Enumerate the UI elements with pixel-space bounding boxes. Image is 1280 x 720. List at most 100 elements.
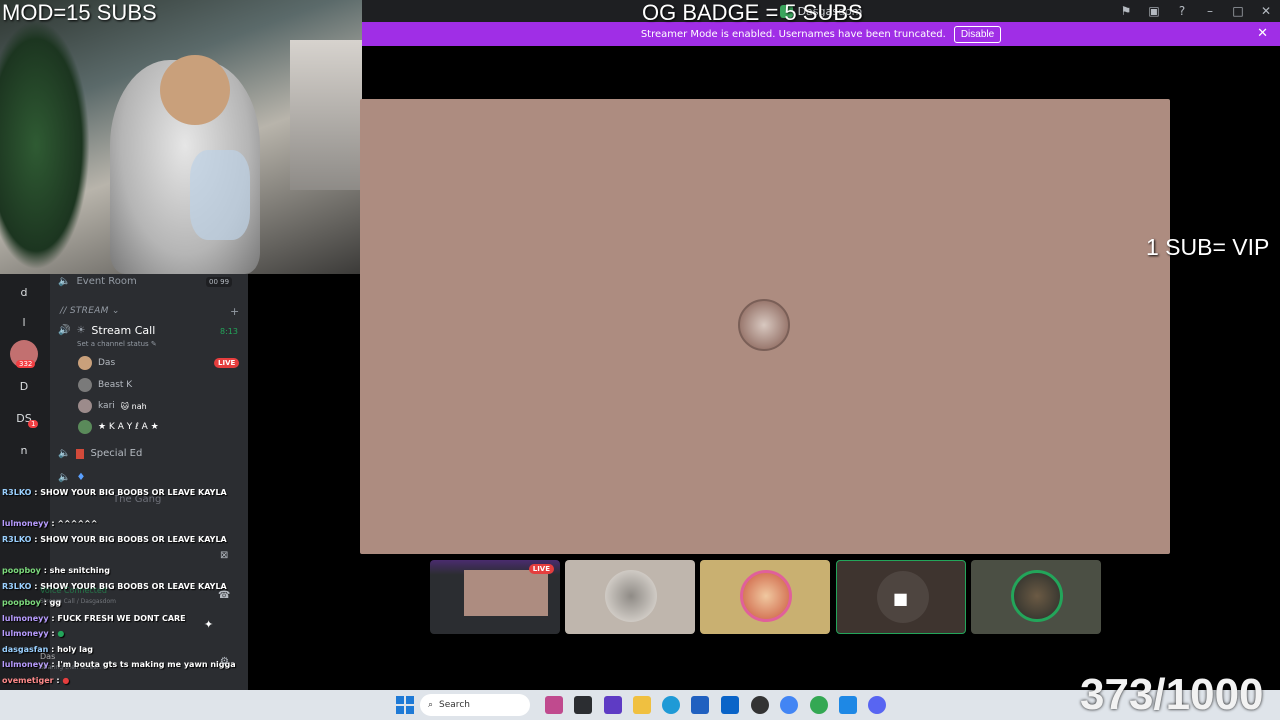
sharing-status: Sharing their screen xyxy=(40,664,101,671)
app-icon[interactable] xyxy=(604,696,622,714)
member-note-text: nah xyxy=(131,401,147,411)
member-das[interactable]: Das xyxy=(78,356,115,370)
member-kayla[interactable]: ★ K A Y ℓ A ★ xyxy=(78,420,159,434)
self-name: Das xyxy=(40,652,56,661)
outlook-icon[interactable] xyxy=(721,696,739,714)
window-controls: ⚑ ▣ ? – □ ✕ xyxy=(1112,0,1280,22)
chat-user: ovemetiger xyxy=(2,676,54,685)
edge-icon[interactable] xyxy=(662,696,680,714)
channel-status-text: Set a channel status xyxy=(77,340,149,348)
chat-text: : ^^^^^^ xyxy=(51,519,98,528)
chat-message: lulmoneyy : ^^^^^^ xyxy=(2,519,98,528)
channel-the-gang[interactable]: 🔈 ♦ xyxy=(58,472,85,483)
member-kari[interactable]: kari 🐱 nah xyxy=(78,399,147,413)
chat-message: R3LKO : SHOW YOUR BIG BOOBS OR LEAVE KAY… xyxy=(2,488,227,497)
chat-message: ovemetiger : ● xyxy=(2,676,69,685)
server-avatar[interactable]: 332 xyxy=(10,340,38,368)
category-label: // STREAM xyxy=(60,306,109,316)
chat-text: : xyxy=(51,629,55,638)
member-name: Beast K xyxy=(98,380,133,390)
tile-participant-2[interactable] xyxy=(565,560,695,634)
taskbar-search[interactable]: ⌕ Search xyxy=(420,694,530,716)
settings-icon[interactable]: ⚙ xyxy=(220,656,229,667)
chat-user: lulmoneyy xyxy=(2,629,49,638)
tile-participant-5[interactable] xyxy=(971,560,1101,634)
book-icon xyxy=(76,448,85,459)
category-stream[interactable]: // STREAM ⌄ xyxy=(60,306,120,316)
folder-icon[interactable] xyxy=(633,696,651,714)
chat-message: R3LKO : SHOW YOUR BIG BOOBS OR LEAVE KAY… xyxy=(2,535,227,544)
help-icon[interactable]: ? xyxy=(1168,0,1196,22)
channel-special-ed[interactable]: 🔈 Special Ed xyxy=(58,448,142,459)
server-D[interactable]: D xyxy=(10,372,38,400)
start-button[interactable] xyxy=(396,696,414,714)
member-name: kari xyxy=(98,401,115,411)
webcam-feed xyxy=(0,0,362,274)
chat-user: poopboy xyxy=(2,598,41,607)
minimize-icon[interactable]: – xyxy=(1196,0,1224,22)
server-label: l xyxy=(22,315,26,329)
search-placeholder: Search xyxy=(439,700,470,710)
terminal-icon[interactable] xyxy=(574,696,592,714)
add-channel-icon[interactable]: + xyxy=(230,305,239,318)
sun-icon: ☀ xyxy=(76,325,86,336)
disconnect-icon[interactable]: ☎ xyxy=(218,590,230,601)
store-icon[interactable] xyxy=(691,696,709,714)
app-icon[interactable] xyxy=(839,696,857,714)
server-label: D xyxy=(19,379,29,393)
voice-connected-label: Voice Connected xyxy=(40,586,107,595)
flag-icon[interactable]: ⚑ xyxy=(1112,0,1140,22)
screen: Dasgasdom ⚑ ▣ ? – □ ✕ Streamer Mode is e… xyxy=(0,0,1280,720)
obs-icon[interactable] xyxy=(751,696,769,714)
channel-event-room[interactable]: 🔈 Event Room xyxy=(58,276,137,287)
stream-stage[interactable] xyxy=(360,99,1170,554)
og-badge-goal: OG BADGE = 5 SUBS xyxy=(642,0,863,25)
live-badge: LIVE xyxy=(528,564,554,574)
avatar xyxy=(78,399,92,413)
tile-screen-share[interactable]: LIVE xyxy=(430,560,560,634)
chat-user: R3LKO xyxy=(2,535,32,544)
server-d[interactable]: d xyxy=(10,278,38,306)
channel-stream-call[interactable]: 🔊 ☀ Stream Call xyxy=(58,324,155,337)
avatar xyxy=(78,378,92,392)
tile-participant-3[interactable] xyxy=(700,560,830,634)
close-window-icon[interactable]: ✕ xyxy=(1252,0,1280,22)
member-name: ★ K A Y ℓ A ★ xyxy=(98,422,159,432)
maximize-icon[interactable]: □ xyxy=(1224,0,1252,22)
call-timer: 8:13 xyxy=(220,327,238,336)
speaker-icon: 🔈 xyxy=(58,472,71,483)
chat-user: lulmoneyy xyxy=(2,519,49,528)
shelf xyxy=(290,40,362,190)
server-l[interactable]: l xyxy=(10,308,38,336)
mod-sub-goal: MOD=15 SUBS xyxy=(2,0,157,25)
member-beast-k[interactable]: Beast K xyxy=(78,378,132,392)
inbox-icon[interactable]: ▣ xyxy=(1140,0,1168,22)
chrome-icon[interactable] xyxy=(780,696,798,714)
avatar xyxy=(1011,570,1063,622)
discord-icon[interactable] xyxy=(868,696,886,714)
speaker-icon: 🔈 xyxy=(58,276,71,287)
chat-text: : xyxy=(56,676,60,685)
tile-preview xyxy=(464,570,548,616)
chat-user: lulmoneyy xyxy=(2,614,49,623)
app-icon[interactable] xyxy=(545,696,563,714)
chat-text: : holy lag xyxy=(51,645,93,654)
chat-text: : FUCK FRESH WE DONT CARE xyxy=(51,614,186,623)
channel-occupancy: 00 99 xyxy=(206,277,233,287)
server-DS[interactable]: DS 1 xyxy=(10,404,39,432)
close-panel-icon[interactable]: ⊠ xyxy=(220,550,228,561)
tile-participant-4[interactable]: ■ xyxy=(836,560,966,634)
server-n[interactable]: n xyxy=(10,436,38,464)
chrome-icon[interactable] xyxy=(810,696,828,714)
channel-name: Event Room xyxy=(76,276,137,287)
close-icon[interactable]: ✕ xyxy=(1257,26,1268,41)
server-label: d xyxy=(20,285,28,299)
channel-status[interactable]: Set a channel status ✎ xyxy=(77,340,157,348)
member-name: Das xyxy=(98,358,116,368)
diamond-icon: ♦ xyxy=(76,472,86,483)
disable-button[interactable]: Disable xyxy=(953,25,1002,43)
channel-name: Special Ed xyxy=(90,448,143,459)
camera-icon: ■ xyxy=(893,589,909,608)
stream-chat-overlay: R3LKO : SHOW YOUR BIG BOOBS OR LEAVE KAY… xyxy=(0,484,250,704)
soundboard-icon[interactable]: ✦ xyxy=(204,618,213,631)
